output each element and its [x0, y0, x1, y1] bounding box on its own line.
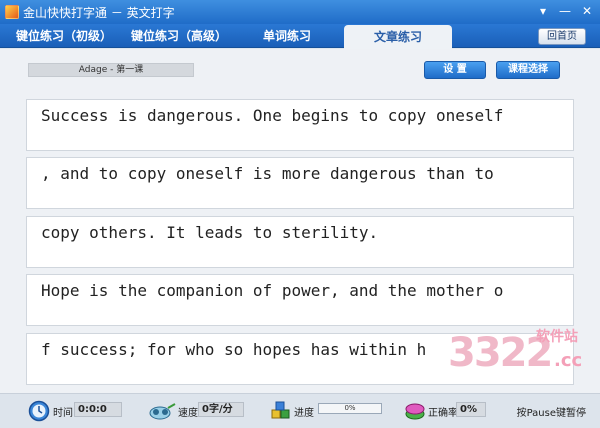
- speed-value: 0字/分: [198, 402, 244, 417]
- window-title: 金山快快打字通 － 英文打字: [23, 5, 175, 20]
- minimize-button[interactable]: —: [556, 3, 574, 19]
- app-icon: [5, 5, 19, 19]
- lesson-label: Adage - 第一课: [28, 63, 194, 77]
- close-button[interactable]: ✕: [578, 3, 596, 19]
- course-select-button[interactable]: 课程选择: [496, 61, 560, 79]
- text-line: Success is dangerous. One begins to copy…: [26, 99, 574, 151]
- clock-icon: [28, 400, 50, 422]
- text-line: , and to copy oneself is more dangerous …: [26, 157, 574, 209]
- tab-bar: 键位练习（初级） 键位练习（高级） 单词练习 文章练习 回首页: [0, 24, 600, 49]
- speed-label: 速度: [178, 408, 198, 419]
- watermark-suffix: .cc: [554, 350, 583, 371]
- accuracy-value: 0%: [456, 402, 486, 417]
- time-value: 0:0:0: [74, 402, 122, 417]
- skin-icon[interactable]: ▾: [534, 3, 552, 19]
- settings-button[interactable]: 设 置: [424, 61, 486, 79]
- text-line: copy others. It leads to sterility.: [26, 216, 574, 268]
- accuracy-label: 正确率: [428, 408, 458, 419]
- line-text: , and to copy oneself is more dangerous …: [41, 164, 494, 183]
- line-text: copy others. It leads to sterility.: [41, 223, 379, 242]
- watermark-logo: 3322 软件站 .cc: [448, 324, 598, 384]
- accuracy-icon: [405, 403, 425, 420]
- pause-hint: 按Pause键暂停: [516, 408, 586, 419]
- progress-icon: [271, 401, 290, 419]
- tab-article[interactable]: 文章练习: [344, 25, 452, 49]
- tab-key-advanced[interactable]: 键位练习（高级）: [126, 24, 232, 48]
- line-text: Success is dangerous. One begins to copy…: [41, 106, 504, 125]
- window-controls: ▾ — ✕: [534, 3, 596, 19]
- status-bar: 时间 0:0:0 速度 0字/分 进度 0% 正确率 0% 按Pause键暂停: [0, 393, 600, 428]
- text-line: Hope is the companion of power, and the …: [26, 274, 574, 326]
- progress-bar: 0%: [318, 403, 382, 414]
- tab-key-basic[interactable]: 键位练习（初级）: [14, 24, 114, 48]
- title-bar: 金山快快打字通 － 英文打字 ▾ — ✕: [0, 0, 600, 24]
- speed-icon: [149, 403, 176, 420]
- time-label: 时间: [53, 408, 73, 419]
- home-button[interactable]: 回首页: [538, 28, 586, 45]
- watermark-top: 软件站: [536, 329, 578, 345]
- progress-label: 进度: [294, 408, 314, 419]
- tab-word[interactable]: 单词练习: [248, 24, 326, 48]
- line-text: Hope is the companion of power, and the …: [41, 281, 504, 300]
